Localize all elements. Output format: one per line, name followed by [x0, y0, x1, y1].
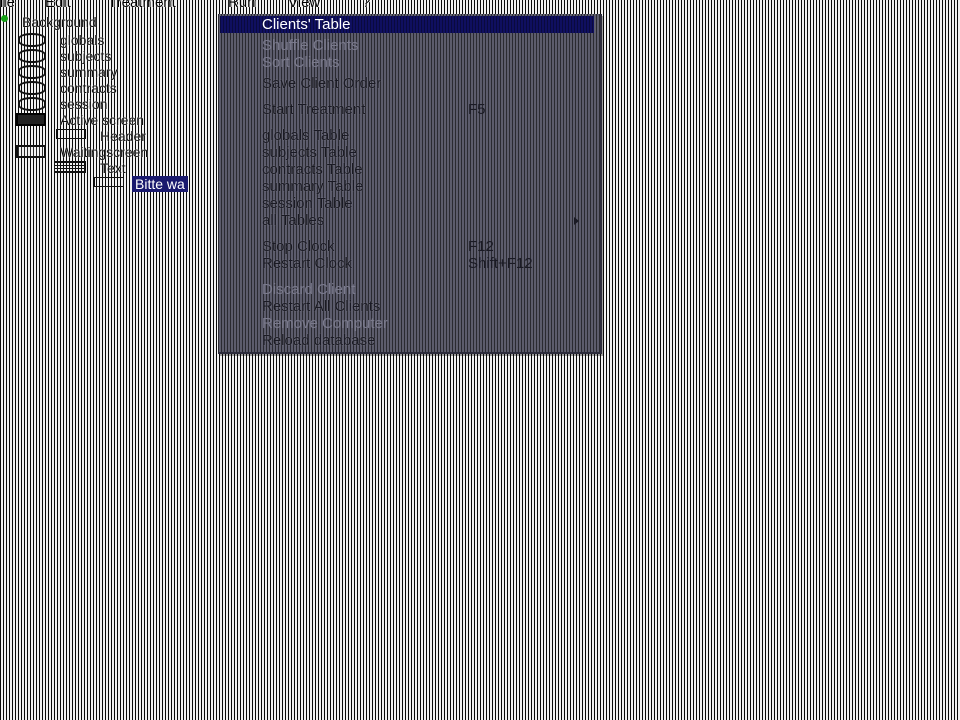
menu-item-label: Discard Client [262, 281, 356, 298]
menu-item-label: Remove Computer [262, 315, 388, 332]
header-box-icon [56, 129, 86, 139]
menu-item-contracts-table[interactable]: contracts Table [218, 161, 594, 178]
menu-item-shortcut: Shift+F12 [468, 255, 533, 272]
green-dot-icon [1, 15, 8, 22]
database-icon [18, 65, 46, 79]
database-icon [18, 33, 46, 47]
database-icon [18, 49, 46, 63]
menu-item-sort-clients[interactable]: Sort Clients [218, 54, 594, 71]
tree-label: session [60, 96, 108, 112]
text-field-icon [94, 177, 124, 187]
menu-item-label: session Table [262, 195, 353, 212]
tree-label: contracts [60, 80, 117, 96]
screen-icon [16, 113, 46, 126]
menu-item-label: Reload database [262, 332, 376, 349]
tree-label: Header [100, 128, 146, 144]
menu-item-label: Start Treatment [262, 101, 366, 118]
menu-item-label: subjects Table [262, 144, 357, 161]
menu-item-save-client-order[interactable]: Save Client Order [218, 75, 594, 92]
menu-edit[interactable]: Edit [45, 0, 71, 11]
tree-label: Active screen [60, 112, 145, 128]
tree-label: Background [22, 14, 97, 30]
text-box-icon [54, 161, 86, 173]
screen-icon [16, 145, 46, 158]
submenu-arrow-icon [574, 217, 579, 225]
menu-item-summary-table[interactable]: summary Table [218, 178, 594, 195]
menu-item-globals-table[interactable]: globals Table [218, 127, 594, 144]
menu-item-reload-database[interactable]: Reload database [218, 332, 594, 349]
menu-item-label: contracts Table [262, 161, 363, 178]
menu-item-label: Restart Clock [262, 255, 353, 272]
tree-label: Waitingscreen [60, 144, 149, 160]
menu-bar: ile Edit Treatment Run View ? [0, 0, 960, 14]
tree-label: globals [60, 32, 105, 48]
menu-item-shortcut: F5 [468, 101, 486, 118]
run-menu-dropdown: Clients' Table Shuffle Clients Sort Clie… [218, 14, 602, 354]
menu-item-restart-all-clients[interactable]: Restart All Clients [218, 298, 594, 315]
menu-item-clients-table[interactable]: Clients' Table [220, 16, 594, 33]
menu-run[interactable]: Run [228, 0, 256, 11]
menu-help[interactable]: ? [362, 0, 370, 11]
menu-view[interactable]: View [288, 0, 320, 11]
menu-item-stop-clock[interactable]: Stop Clock F12 [218, 238, 594, 255]
tree-label: subjects [60, 48, 112, 64]
menu-item-all-tables[interactable]: all Tables [218, 212, 594, 229]
menu-item-label: Restart All Clients [262, 298, 381, 315]
menu-item-discard-client[interactable]: Discard Client [218, 281, 594, 298]
menu-item-session-table[interactable]: session Table [218, 195, 594, 212]
menu-item-restart-clock[interactable]: Restart Clock Shift+F12 [218, 255, 594, 272]
menu-item-label: Sort Clients [262, 54, 340, 71]
tree-label-selected: Bitte wa [132, 176, 188, 192]
menu-item-label: Save Client Order [262, 75, 382, 92]
menu-item-shortcut: F12 [468, 238, 494, 255]
tree-label: summary [60, 64, 118, 80]
menu-item-remove-computer[interactable]: Remove Computer [218, 315, 594, 332]
database-icon [18, 97, 46, 111]
menu-item-label: Clients' Table [262, 16, 351, 33]
menu-item-label: summary Table [262, 178, 364, 195]
menu-item-label: globals Table [262, 127, 350, 144]
menu-item-label: Stop Clock [262, 238, 335, 255]
tree-label: Text [100, 160, 126, 176]
menu-item-start-treatment[interactable]: Start Treatment F5 [218, 101, 594, 118]
menu-item-label: Shuffle Clients [262, 37, 359, 54]
menu-file[interactable]: ile [0, 0, 15, 11]
menu-item-subjects-table[interactable]: subjects Table [218, 144, 594, 161]
menu-treatment[interactable]: Treatment [108, 0, 176, 11]
menu-item-label: all Tables [262, 212, 325, 229]
menu-item-shuffle-clients[interactable]: Shuffle Clients [218, 37, 594, 54]
database-icon [18, 81, 46, 95]
